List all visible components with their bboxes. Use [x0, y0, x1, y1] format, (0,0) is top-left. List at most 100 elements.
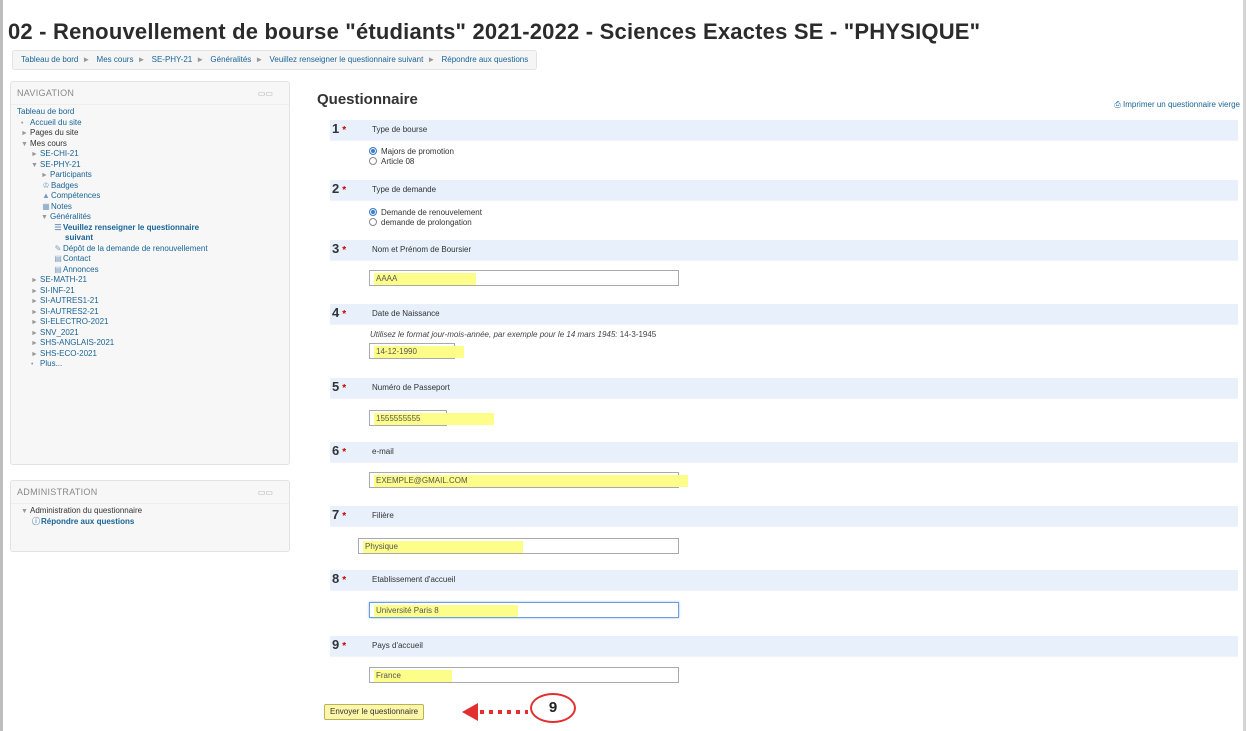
block-dock-icon[interactable]: ▭▭	[258, 488, 273, 497]
nav-course-si-autres1[interactable]: ► SI-AUTRES1-21	[17, 296, 289, 307]
question-1-header: 1 * Type de bourse	[330, 120, 1238, 141]
nav-course-si-inf[interactable]: ► SI-INF-21	[17, 286, 289, 297]
question-label: Date de Naissance	[372, 309, 440, 318]
nav-annonces[interactable]: ▤Annonces	[17, 265, 289, 276]
question-1-options: Majors de promotion Article 08	[369, 147, 454, 167]
navigation-block: NAVIGATION ▭▭ Tableau de bord • Accueil d…	[10, 81, 290, 465]
nav-badges[interactable]: ♔Badges	[17, 181, 289, 192]
chevron-right-icon: ►	[31, 151, 38, 158]
radio-prolongation[interactable]: demande de prolongation	[369, 218, 482, 228]
nav-course-si-autres2[interactable]: ► SI-AUTRES2-21	[17, 307, 289, 318]
grades-table-icon: ▦	[42, 201, 50, 211]
block-dock-icon[interactable]: ▭▭	[258, 89, 273, 98]
nav-site-home[interactable]: • Accueil du site	[17, 118, 289, 129]
required-marker: *	[342, 125, 347, 136]
name-field[interactable]: AAAA	[369, 270, 679, 286]
chevron-right-icon: ►	[82, 55, 91, 64]
nav-contact[interactable]: ▤Contact	[17, 254, 289, 265]
radio-selected-icon	[369, 208, 377, 216]
chevron-right-icon: ►	[31, 340, 38, 347]
bullet-icon: •	[31, 361, 34, 368]
breadcrumb: Tableau de bord ► Mes cours ► SE-PHY-21 ► G…	[12, 50, 538, 70]
email-field[interactable]: EXEMPLE@GMAIL.COM	[369, 472, 688, 488]
radio-empty-icon	[369, 157, 377, 165]
etablissement-field[interactable]: Université Paris 8	[369, 602, 679, 618]
nav-my-courses[interactable]: ▼ Mes cours	[17, 139, 289, 150]
radio-renouvellement[interactable]: Demande de renouvelement	[369, 208, 482, 218]
question-label: Pays d'accueil	[372, 641, 423, 650]
nav-competences[interactable]: ▲Compétences	[17, 191, 289, 202]
required-marker: *	[342, 309, 347, 320]
administration-block-title: ADMINISTRATION	[11, 481, 289, 504]
nav-course-si-electro[interactable]: ► SI-ELECTRO-2021	[17, 317, 289, 328]
chevron-down-icon: ▼	[21, 140, 28, 148]
question-number: 7 *	[332, 507, 347, 522]
required-marker: *	[342, 641, 347, 652]
nav-questionnaire[interactable]: ☰Veuillez renseigner le questionnaire	[17, 223, 289, 234]
required-marker: *	[342, 447, 347, 458]
question-7-header: 7 * Filière	[330, 506, 1238, 527]
question-number: 6 *	[332, 443, 347, 458]
printer-icon: ⎙	[1114, 100, 1124, 109]
submit-questionnaire-button[interactable]: Envoyer le questionnaire	[324, 704, 425, 720]
question-label: Nom et Prénom de Boursier	[372, 245, 472, 254]
radio-selected-icon	[369, 147, 377, 155]
breadcrumb-my-courses[interactable]: Mes cours	[97, 55, 134, 64]
chevron-down-icon: ▼	[41, 214, 48, 221]
question-label: Type de bourse	[372, 125, 428, 134]
required-marker: *	[342, 575, 347, 586]
forum-icon: ▤	[54, 264, 62, 274]
nav-course-se-math[interactable]: ► SE-MATH-21	[17, 275, 289, 286]
nav-course-shs-eco[interactable]: ► SHS-ECO-2021	[17, 349, 289, 360]
nav-course-se-chi[interactable]: ► SE-CHI-21	[17, 149, 289, 160]
breadcrumb-activity[interactable]: Veuillez renseigner le questionnaire sui…	[269, 55, 423, 64]
chevron-down-icon: ▼	[31, 161, 38, 169]
chevron-right-icon: ►	[21, 130, 28, 137]
chevron-right-icon: ►	[137, 55, 146, 64]
nav-dashboard[interactable]: Tableau de bord	[17, 107, 289, 118]
nav-participants[interactable]: ► Participants	[17, 170, 289, 181]
admin-answer-questions[interactable]: ⓘRépondre aux questions	[17, 517, 289, 528]
print-blank-link[interactable]: ⎙ Imprimer un questionnaire vierge	[1114, 100, 1240, 110]
admin-questionnaire[interactable]: ▼ Administration du questionnaire	[17, 506, 289, 517]
breadcrumb-course[interactable]: SE-PHY-21	[152, 55, 193, 64]
chevron-right-icon: ►	[196, 55, 205, 64]
question-number: 2 *	[332, 181, 347, 196]
questionnaire-icon: ☰	[54, 222, 62, 232]
questionnaire-title: Questionnaire	[317, 91, 418, 108]
question-label: Numéro de Passeport	[372, 383, 450, 392]
birthdate-field[interactable]: 14-12-1990	[369, 343, 464, 359]
chevron-down-icon: ▼	[21, 508, 28, 515]
question-label: Etablissement d'accueil	[372, 575, 456, 584]
nav-course-shs-anglais[interactable]: ► SHS-ANGLAIS-2021	[17, 338, 289, 349]
administration-block: ADMINISTRATION ▭▭ ▼ Administration du que…	[10, 480, 290, 552]
chevron-right-icon: ►	[255, 55, 264, 64]
filiere-field[interactable]: Physique	[358, 538, 679, 554]
nav-depot[interactable]: ✎ Dépôt de la demande de renouvellement	[17, 244, 289, 255]
chevron-right-icon: ►	[31, 319, 38, 326]
required-marker: *	[342, 245, 347, 256]
nav-course-snv[interactable]: ► SNV_2021	[17, 328, 289, 339]
assignment-icon: ✎	[54, 243, 62, 253]
nav-questionnaire-line2[interactable]: suivant	[17, 233, 289, 244]
badge-icon: ♔	[42, 180, 50, 190]
question-number: 5 *	[332, 379, 347, 394]
breadcrumb-dashboard[interactable]: Tableau de bord	[21, 55, 78, 64]
nav-generalites[interactable]: ▼ Généralités	[17, 212, 289, 223]
nav-site-pages[interactable]: ► Pages du site	[17, 128, 289, 139]
breadcrumb-current[interactable]: Répondre aux questions	[442, 55, 529, 64]
pays-field[interactable]: France	[369, 667, 679, 683]
required-marker: *	[342, 185, 347, 196]
question-number: 3 *	[332, 241, 347, 256]
nav-plus[interactable]: • Plus...	[17, 359, 289, 370]
info-icon: ⓘ	[32, 516, 40, 526]
breadcrumb-section[interactable]: Généralités	[210, 55, 251, 64]
radio-majors[interactable]: Majors de promotion	[369, 147, 454, 157]
nav-notes[interactable]: ▦Notes	[17, 202, 289, 213]
chevron-right-icon: ►	[31, 277, 38, 284]
page-title: 02 - Renouvellement de bourse "étudiants…	[8, 19, 981, 44]
nav-course-se-phy[interactable]: ▼ SE-PHY-21	[17, 160, 289, 171]
radio-article-08[interactable]: Article 08	[369, 157, 454, 167]
passport-field[interactable]: 1555555555	[369, 410, 494, 426]
question-2-options: Demande de renouvelement demande de prol…	[369, 208, 482, 228]
